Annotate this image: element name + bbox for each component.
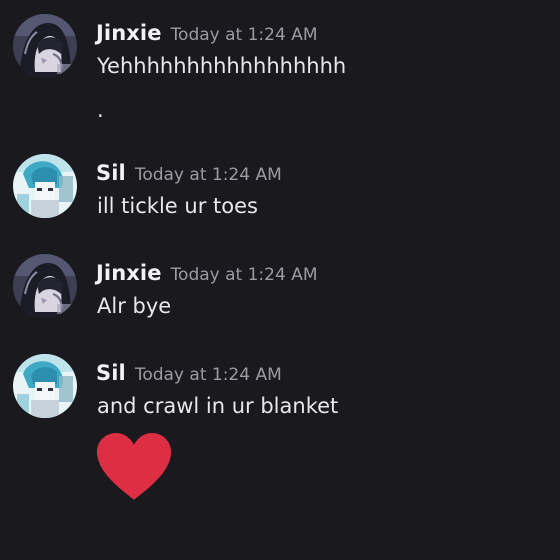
avatar[interactable]: [13, 354, 77, 418]
message-text: Yehhhhhhhhhhhhhhhhh: [97, 54, 347, 78]
timestamp[interactable]: Today at 1:24 AM: [171, 265, 318, 285]
avatar-jinxie-image: [13, 254, 77, 318]
message-header: Sil Today at 1:24 AM: [96, 158, 282, 188]
avatar[interactable]: [13, 154, 77, 218]
username[interactable]: Jinxie: [96, 21, 162, 45]
avatar[interactable]: [13, 254, 77, 318]
timestamp[interactable]: Today at 1:24 AM: [135, 165, 282, 185]
avatar-jinxie-image: [13, 14, 77, 78]
message-header: Jinxie Today at 1:24 AM: [96, 18, 318, 48]
username[interactable]: Jinxie: [96, 261, 162, 285]
avatar-sil-image: [13, 354, 77, 418]
heart-emoji[interactable]: [95, 432, 173, 502]
timestamp[interactable]: Today at 1:24 AM: [171, 25, 318, 45]
message-header: Sil Today at 1:24 AM: [96, 358, 282, 388]
username[interactable]: Sil: [96, 361, 126, 385]
message-text: and crawl in ur blanket: [97, 394, 339, 418]
timestamp[interactable]: Today at 1:24 AM: [135, 365, 282, 385]
username[interactable]: Sil: [96, 161, 126, 185]
avatar-sil-image: [13, 154, 77, 218]
message-text: Alr bye: [97, 294, 172, 318]
heart-icon: [96, 433, 172, 500]
avatar[interactable]: [13, 14, 77, 78]
message-text: ill tickle ur toes: [97, 194, 258, 218]
chat-message-list: Jinxie Today at 1:24 AM Yehhhhhhhhhhhhhhh…: [0, 0, 560, 560]
message-text: .: [97, 98, 104, 122]
message-header: Jinxie Today at 1:24 AM: [96, 258, 318, 288]
